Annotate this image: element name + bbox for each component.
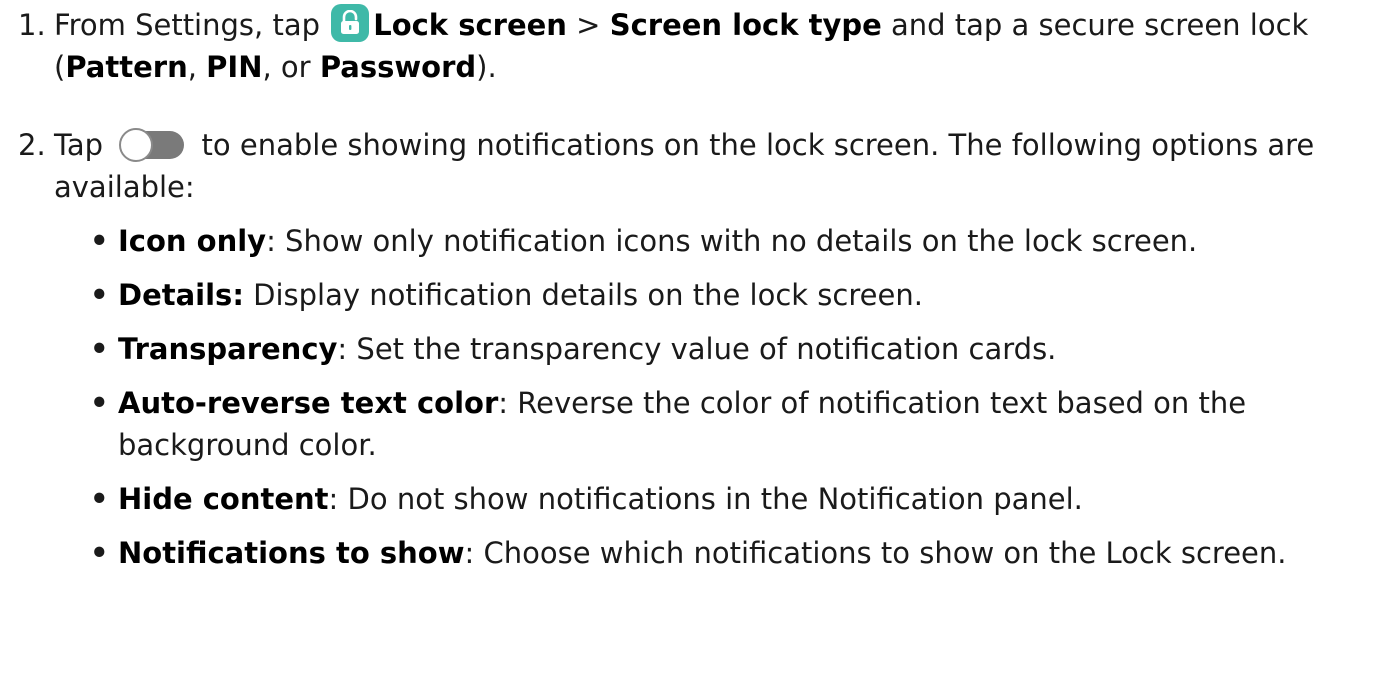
list-item: • Auto-reverse text color: Reverse the c… — [90, 382, 1370, 466]
bullet: • — [90, 536, 109, 570]
option-label: Icon only — [118, 224, 267, 258]
step-1: 1. From Settings, tap Lock screen > Scre… — [18, 4, 1370, 88]
option-label: Notifications to show — [118, 536, 465, 570]
option-label: Transparency — [118, 332, 338, 366]
list-item: • Notifications to show: Choose which no… — [90, 532, 1370, 574]
option-pin: PIN — [206, 50, 263, 84]
step-2: 2. Tap to enable showing notifications o… — [18, 124, 1370, 208]
comma: , — [187, 50, 207, 84]
instruction-document: 1. From Settings, tap Lock screen > Scre… — [0, 0, 1380, 687]
comma-or: , or — [262, 50, 320, 84]
step-number: 2. — [18, 128, 46, 162]
bullet: • — [90, 332, 109, 366]
bullet: • — [90, 482, 109, 516]
step-text: From Settings, tap Lock screen > Screen … — [54, 4, 1370, 88]
option-password: Password — [319, 50, 477, 84]
toggle-icon — [116, 127, 188, 163]
step-prefix: From Settings, tap — [54, 8, 330, 42]
option-description: : Do not show notifications in the Notif… — [328, 482, 1083, 516]
option-description: : Show only notification icons with no d… — [266, 224, 1198, 258]
option-description: : Set the transparency value of notifica… — [337, 332, 1057, 366]
bullet: • — [90, 224, 109, 258]
list-item: • Icon only: Show only notification icon… — [90, 220, 1370, 262]
lock-icon — [331, 4, 370, 42]
option-description: : Choose which notifications to show on … — [464, 536, 1287, 570]
list-item: • Transparency: Set the transparency val… — [90, 328, 1370, 370]
bullet: • — [90, 278, 109, 312]
step-suffix: ). — [476, 50, 497, 84]
step-text-body: to enable showing notifications on the l… — [54, 128, 1315, 204]
step-number: 1. — [18, 8, 46, 42]
option-label: Details: — [118, 278, 244, 312]
lock-screen-link: Lock screen — [373, 8, 567, 42]
step-text: Tap to enable showing notifications on t… — [54, 124, 1370, 208]
option-pattern: Pattern — [65, 50, 188, 84]
options-list: • Icon only: Show only notification icon… — [90, 220, 1370, 586]
step-prefix: Tap — [54, 128, 113, 162]
list-item: • Details: Display notification details … — [90, 274, 1370, 316]
option-label: Hide content — [118, 482, 329, 516]
screen-lock-type-link: Screen lock type — [609, 8, 882, 42]
option-label: Auto-reverse text color — [118, 386, 499, 420]
path-separator: > — [566, 8, 610, 42]
bullet: • — [90, 386, 109, 420]
list-item: • Hide content: Do not show notification… — [90, 478, 1370, 520]
option-description: Display notification details on the lock… — [243, 278, 923, 312]
